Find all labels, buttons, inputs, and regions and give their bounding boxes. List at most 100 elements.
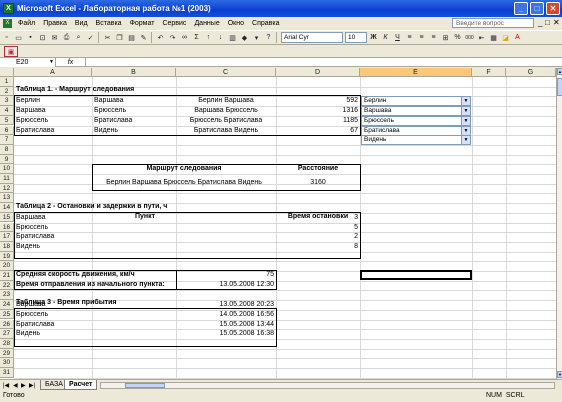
zoom-icon[interactable]: ▾	[251, 32, 262, 43]
row-header[interactable]: 20	[0, 261, 14, 271]
format-painter-icon[interactable]: ✎	[138, 32, 149, 43]
route-distance-cell[interactable]: 67	[276, 127, 358, 134]
route-distance-cell[interactable]: 1316	[276, 107, 358, 114]
formula-input[interactable]	[86, 58, 562, 66]
city-dropdown[interactable]: Видень ▼	[361, 135, 471, 146]
print-icon[interactable]: ⎙	[61, 32, 72, 43]
align-center-icon[interactable]: ≡	[416, 32, 427, 43]
depart-value[interactable]: 13.05.2008 12:30	[178, 281, 275, 288]
row-header[interactable]: 8	[0, 144, 14, 155]
arrival-point-cell[interactable]: Брюссель	[16, 311, 166, 318]
route-distance-cell[interactable]: 592	[276, 97, 358, 104]
stop-time-cell[interactable]: 8	[276, 243, 358, 250]
row-header[interactable]: 23	[0, 290, 14, 301]
borders-icon[interactable]: ▦	[488, 32, 499, 43]
row-header[interactable]: 19	[0, 251, 14, 262]
doc-close-button[interactable]: ✕	[553, 18, 560, 27]
row-header[interactable]: 11	[0, 174, 14, 184]
row-header[interactable]: 3	[0, 96, 14, 107]
row-header[interactable]: 25	[0, 309, 14, 320]
row-header[interactable]: 26	[0, 319, 14, 330]
last-sheet-icon[interactable]: ▶|	[29, 382, 35, 389]
menu-edit[interactable]: Правка	[39, 20, 71, 27]
city-dropdown[interactable]: Берлин ▼	[361, 96, 471, 107]
row-header[interactable]: 14	[0, 203, 14, 213]
name-box[interactable]: E20 ▼	[0, 58, 56, 67]
row-header[interactable]: 10	[0, 164, 14, 174]
route-pair-cell[interactable]: Варшава Брюссель	[176, 107, 276, 114]
scroll-up-icon[interactable]: ▲	[557, 68, 562, 75]
vertical-scrollbar[interactable]: ▲ ▼	[556, 68, 562, 379]
row-header[interactable]: 7	[0, 135, 14, 145]
row-header[interactable]: 17	[0, 232, 14, 242]
stop-point-cell[interactable]: Брюссель	[16, 224, 166, 231]
decrease-indent-icon[interactable]: ⇤	[476, 32, 487, 43]
active-cell-e20[interactable]	[360, 270, 472, 280]
menu-file[interactable]: Файл	[14, 20, 39, 27]
cut-icon[interactable]: ✂	[102, 32, 113, 43]
excel-app-icon[interactable]: X	[3, 3, 14, 14]
row-header[interactable]: 31	[0, 368, 14, 378]
route-value[interactable]: Берлин Варшава Брюссель Братислава Виден…	[92, 179, 276, 186]
row-header[interactable]: 28	[0, 338, 14, 349]
hscroll-thumb[interactable]	[125, 383, 165, 388]
column-header-e[interactable]: E	[360, 68, 472, 77]
route-from-cell[interactable]: Брюссель	[16, 117, 90, 124]
help-question-input[interactable]: Введите вопрос	[452, 18, 534, 28]
city-dropdown[interactable]: Брюссель ▼	[361, 115, 471, 126]
row-header[interactable]: 30	[0, 358, 14, 368]
sort-ascending-icon[interactable]: ↑	[203, 32, 214, 43]
row-header[interactable]: 29	[0, 348, 14, 359]
close-button[interactable]: ✕	[546, 2, 560, 15]
menu-help[interactable]: Справка	[248, 20, 283, 27]
open-icon[interactable]: ▭	[13, 32, 24, 43]
email-icon[interactable]: ✉	[49, 32, 60, 43]
menu-insert[interactable]: Вставка	[92, 20, 126, 27]
next-sheet-icon[interactable]: ▶	[21, 382, 26, 389]
sort-descending-icon[interactable]: ↓	[215, 32, 226, 43]
row-header[interactable]: 4	[0, 106, 14, 116]
function-icon[interactable]: fx	[56, 58, 86, 66]
row-header[interactable]: 22	[0, 280, 14, 291]
align-left-icon[interactable]: ≡	[404, 32, 415, 43]
font-color-icon[interactable]: A	[512, 32, 523, 43]
font-size-select[interactable]: 10	[345, 32, 367, 43]
horizontal-scrollbar[interactable]	[100, 382, 555, 389]
print-preview-icon[interactable]: ⌕	[73, 32, 84, 43]
row-header[interactable]: 12	[0, 183, 14, 194]
chevron-down-icon[interactable]: ▼	[49, 58, 54, 67]
row-header[interactable]: 2	[0, 86, 14, 97]
first-sheet-icon[interactable]: |◀	[3, 382, 9, 389]
underline-button[interactable]: Ч	[392, 32, 403, 43]
help-icon[interactable]: ?	[263, 32, 274, 43]
row-header[interactable]: 1	[0, 77, 14, 87]
macro-icon[interactable]: ▣	[4, 46, 18, 57]
arrival-time-cell[interactable]: 14.05.2008 16:56	[178, 311, 275, 318]
fill-color-icon[interactable]: ◪	[500, 32, 511, 43]
percent-button[interactable]: %	[452, 32, 463, 43]
column-header-c[interactable]: C	[176, 68, 276, 77]
italic-button[interactable]: К	[380, 32, 391, 43]
row-header[interactable]: 18	[0, 241, 14, 252]
copy-icon[interactable]: ❐	[114, 32, 125, 43]
row-header[interactable]: 13	[0, 193, 14, 204]
drawing-icon[interactable]: ◆	[239, 32, 250, 43]
chevron-down-icon[interactable]: ▼	[461, 116, 470, 125]
arrival-point-cell[interactable]: Видень	[16, 330, 166, 337]
city-dropdown[interactable]: Братислава ▼	[361, 125, 471, 136]
menu-format[interactable]: Формат	[126, 20, 159, 27]
workbook-icon[interactable]: X	[3, 18, 12, 28]
column-header-g[interactable]: G	[506, 68, 556, 77]
row-header[interactable]: 6	[0, 125, 14, 136]
new-icon[interactable]: ▫	[1, 32, 12, 43]
thousands-button[interactable]: 000	[464, 32, 475, 43]
prev-sheet-icon[interactable]: ◀	[13, 382, 18, 389]
align-right-icon[interactable]: ≡	[428, 32, 439, 43]
chevron-down-icon[interactable]: ▼	[461, 136, 470, 145]
arrival-time-cell[interactable]: 15.05.2008 16:38	[178, 330, 275, 337]
row-header[interactable]: 24	[0, 300, 14, 310]
arrival-time-cell[interactable]: 15.05.2008 13:44	[178, 321, 275, 328]
menu-view[interactable]: Вид	[71, 20, 92, 27]
undo-icon[interactable]: ↶	[155, 32, 166, 43]
redo-icon[interactable]: ↷	[167, 32, 178, 43]
